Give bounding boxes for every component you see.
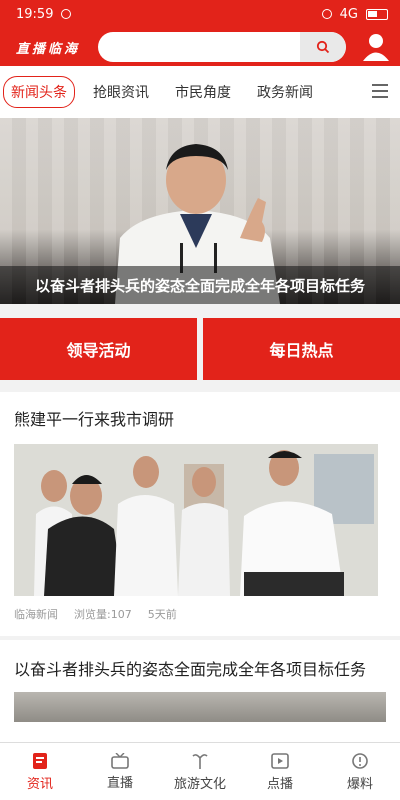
article-card[interactable]: 以奋斗者排头兵的姿态全面完成全年各项目标任务 (0, 640, 400, 742)
alarm-icon (321, 9, 332, 19)
tv-icon (111, 752, 129, 769)
nav-live[interactable]: 直播 (80, 743, 160, 800)
search-bar (98, 32, 346, 62)
nav-label: 爆料 (346, 776, 373, 792)
quick-links: 领导活动 每日热点 (0, 318, 400, 380)
news-icon (33, 752, 47, 769)
nav-label: 直播 (106, 775, 133, 791)
article-title: 以奋斗者排头兵的姿态全面完成全年各项目标任务 (14, 660, 367, 679)
banner-caption: 以奋斗者排头兵的姿态全面完成全年各项目标任务 (0, 266, 400, 304)
tab-headlines[interactable]: 新闻头条 (3, 76, 75, 108)
article-meta: 临海新闻 浏览量:107 5天前 (14, 606, 386, 622)
tab-government-news[interactable]: 政务新闻 (249, 76, 321, 108)
banner-carousel[interactable]: 以奋斗者排头兵的姿态全面完成全年各项目标任务 (0, 118, 400, 304)
app-header: 19:59 4G 直播临海 (0, 0, 400, 66)
notification-icon (61, 9, 72, 19)
article-card[interactable]: 熊建平一行来我市调研 临海新闻 浏览量:107 5天前 (0, 392, 400, 636)
culture-icon (192, 753, 208, 769)
nav-culture[interactable]: 旅游文化 (160, 743, 240, 800)
search-button[interactable] (300, 32, 346, 62)
article-photo (14, 444, 378, 596)
article-time: 5天前 (147, 608, 177, 621)
nav-on-demand[interactable]: 点播 (240, 743, 320, 800)
article-photo (14, 692, 386, 722)
nav-label: 资讯 (26, 776, 53, 792)
status-time: 19:59 (16, 6, 54, 22)
network-label: 4G (339, 6, 358, 22)
bottom-nav: 资讯 直播 旅游文化 点播 爆料 (0, 742, 400, 800)
leader-activity-button[interactable]: 领导活动 (0, 318, 197, 380)
nav-news[interactable]: 资讯 (0, 743, 80, 800)
user-icon (363, 34, 389, 61)
nav-label: 点播 (266, 776, 293, 792)
nav-report[interactable]: 爆料 (320, 743, 400, 800)
battery-icon (366, 8, 388, 20)
search-input[interactable] (98, 32, 300, 62)
article-source: 临海新闻 (14, 608, 58, 621)
app-logo: 直播临海 (16, 41, 81, 57)
search-icon (316, 40, 330, 54)
menu-icon[interactable] (372, 84, 388, 98)
report-icon (352, 752, 368, 769)
daily-hot-button[interactable]: 每日热点 (203, 318, 400, 380)
play-icon (271, 752, 289, 769)
user-profile-button[interactable] (346, 32, 390, 62)
category-tabs: 新闻头条 抢眼资讯 市民角度 政务新闻 (0, 66, 400, 118)
tab-hot-news[interactable]: 抢眼资讯 (85, 76, 157, 108)
status-bar: 19:59 4G (0, 0, 400, 28)
article-views: 浏览量:107 (74, 608, 132, 621)
tab-citizen-view[interactable]: 市民角度 (167, 76, 239, 108)
nav-label: 旅游文化 (173, 776, 226, 792)
article-title: 熊建平一行来我市调研 (14, 410, 175, 429)
